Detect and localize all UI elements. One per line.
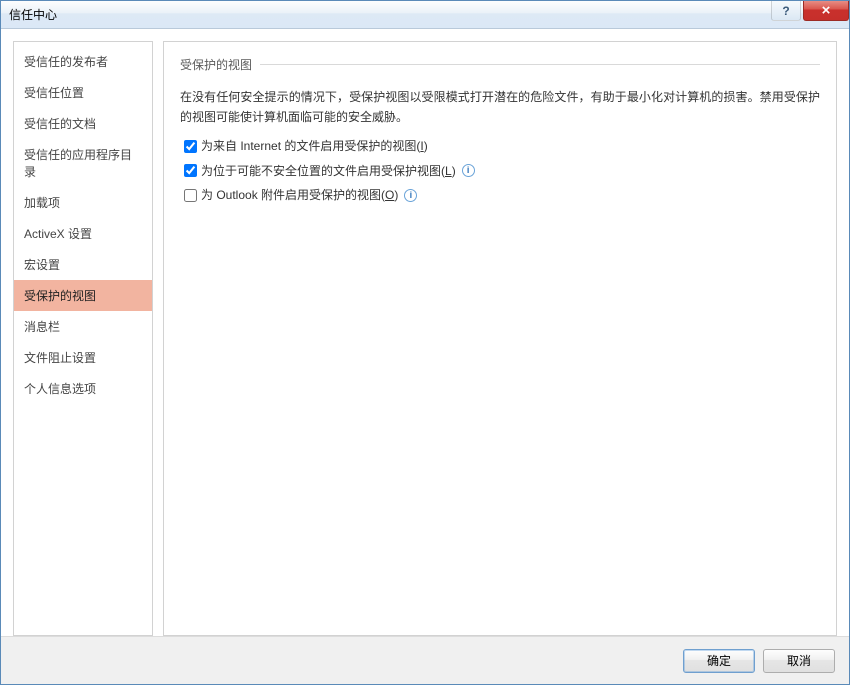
option-checkbox-1[interactable] (184, 164, 197, 177)
sidebar: 受信任的发布者受信任位置受信任的文档受信任的应用程序目录加载项ActiveX 设… (13, 41, 153, 636)
option-checkbox-0[interactable] (184, 140, 197, 153)
button-bar: 确定 取消 (1, 636, 849, 684)
option-label-0[interactable]: 为来自 Internet 的文件启用受保护的视图(I) (201, 138, 428, 155)
info-icon[interactable]: i (404, 189, 417, 202)
content-wrap: 受信任的发布者受信任位置受信任的文档受信任的应用程序目录加载项ActiveX 设… (1, 29, 849, 636)
ok-button[interactable]: 确定 (683, 649, 755, 673)
sidebar-item-7[interactable]: 受保护的视图 (14, 280, 152, 311)
section-description: 在没有任何安全提示的情况下，受保护视图以受限模式打开潜在的危险文件，有助于最小化… (180, 87, 820, 128)
sidebar-item-6[interactable]: 宏设置 (14, 249, 152, 280)
option-row-2: 为 Outlook 附件启用受保护的视图(O) i (184, 187, 820, 204)
help-button[interactable]: ? (771, 1, 801, 21)
titlebar: 信任中心 ? × (1, 1, 849, 29)
sidebar-item-0[interactable]: 受信任的发布者 (14, 46, 152, 77)
cancel-button[interactable]: 取消 (763, 649, 835, 673)
option-checkbox-2[interactable] (184, 189, 197, 202)
option-label-2[interactable]: 为 Outlook 附件启用受保护的视图(O) (201, 187, 398, 204)
sidebar-item-1[interactable]: 受信任位置 (14, 77, 152, 108)
window-title: 信任中心 (9, 6, 57, 23)
option-row-1: 为位于可能不安全位置的文件启用受保护视图(L) i (184, 163, 820, 180)
sidebar-item-8[interactable]: 消息栏 (14, 311, 152, 342)
sidebar-item-2[interactable]: 受信任的文档 (14, 108, 152, 139)
main-panel: 受保护的视图 在没有任何安全提示的情况下，受保护视图以受限模式打开潜在的危险文件… (163, 41, 837, 636)
info-icon[interactable]: i (462, 164, 475, 177)
trust-center-window: 信任中心 ? × 受信任的发布者受信任位置受信任的文档受信任的应用程序目录加载项… (0, 0, 850, 685)
options-group: 为来自 Internet 的文件启用受保护的视图(I) 为位于可能不安全位置的文件… (184, 138, 820, 204)
client-area: 受信任的发布者受信任位置受信任的文档受信任的应用程序目录加载项ActiveX 设… (1, 29, 849, 684)
window-controls: ? × (771, 1, 849, 21)
section-divider (260, 64, 820, 65)
sidebar-item-4[interactable]: 加载项 (14, 187, 152, 218)
section-header: 受保护的视图 (180, 56, 820, 73)
option-label-1[interactable]: 为位于可能不安全位置的文件启用受保护视图(L) (201, 163, 456, 180)
sidebar-item-9[interactable]: 文件阻止设置 (14, 342, 152, 373)
option-row-0: 为来自 Internet 的文件启用受保护的视图(I) (184, 138, 820, 155)
sidebar-item-3[interactable]: 受信任的应用程序目录 (14, 139, 152, 187)
section-title: 受保护的视图 (180, 56, 260, 73)
close-button[interactable]: × (803, 1, 849, 21)
sidebar-item-5[interactable]: ActiveX 设置 (14, 218, 152, 249)
sidebar-item-10[interactable]: 个人信息选项 (14, 373, 152, 404)
